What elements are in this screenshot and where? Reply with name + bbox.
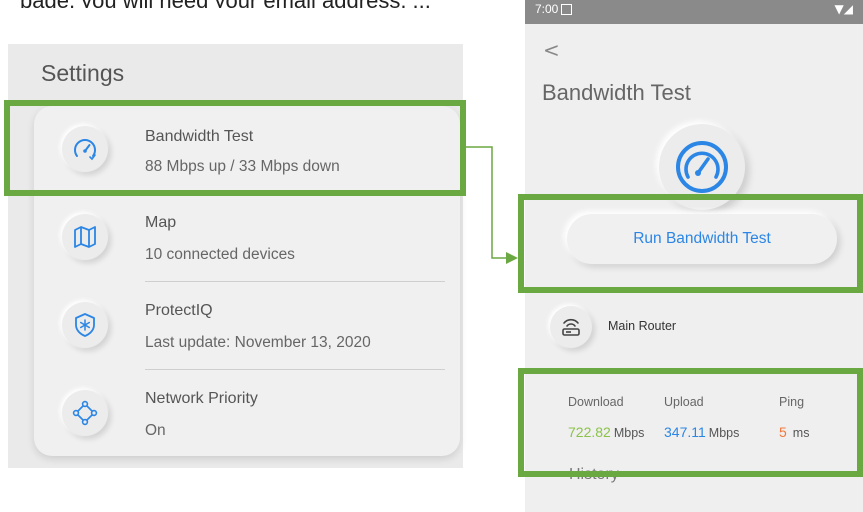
status-time: 7:00	[535, 2, 559, 16]
signal-icon: ▼◢	[834, 2, 853, 16]
highlight-box-stats	[518, 368, 863, 477]
highlight-box-run-test	[518, 194, 863, 293]
notification-icon	[561, 4, 572, 15]
page-title: Bandwidth Test	[542, 80, 691, 105]
router-icon	[550, 306, 592, 348]
router-name: Main Router	[608, 319, 677, 333]
back-button[interactable]: <	[543, 38, 560, 62]
status-bar: 7:00 ▼◢	[525, 0, 863, 24]
